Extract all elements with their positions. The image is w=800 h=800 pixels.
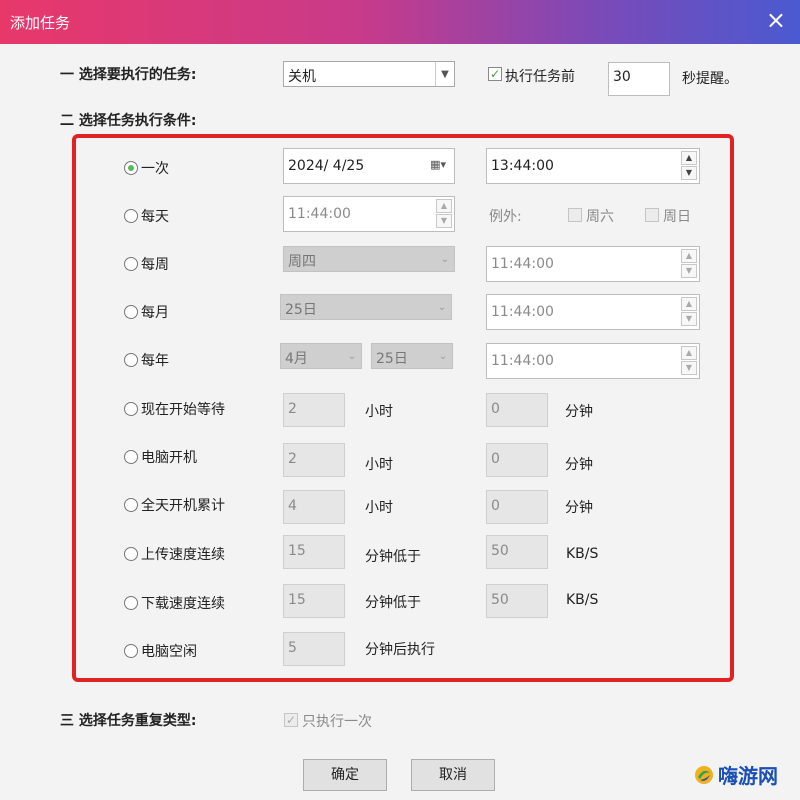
daily-time-input[interactable]: 11:44:00 ▲ ▼ bbox=[283, 196, 455, 232]
label-download: 下载速度连续 bbox=[141, 596, 225, 612]
time-spinner[interactable]: ▲ ▼ bbox=[681, 346, 697, 376]
upload-unit: KB/S bbox=[566, 546, 599, 562]
remind-check-label: 执行任务前 bbox=[505, 69, 575, 85]
radio-monthly[interactable] bbox=[124, 305, 138, 319]
yearly-month-select[interactable]: 4月 ⌄ bbox=[280, 343, 362, 369]
wait-minutes-unit: 分钟 bbox=[565, 404, 593, 420]
time-spinner[interactable]: ▲ ▼ bbox=[681, 151, 697, 181]
once-time-input[interactable]: 13:44:00 ▲ ▼ bbox=[486, 148, 700, 184]
radio-upload[interactable] bbox=[124, 547, 138, 561]
idle-minutes-input[interactable]: 5 bbox=[283, 632, 345, 666]
label-weekly: 每周 bbox=[141, 257, 169, 273]
spin-up-icon[interactable]: ▲ bbox=[681, 249, 697, 263]
remind-checkbox[interactable]: ✓ bbox=[488, 67, 502, 81]
download-minutes-input[interactable]: 15 bbox=[283, 584, 345, 618]
spin-down-icon[interactable]: ▼ bbox=[681, 166, 697, 180]
sun-label: 周日 bbox=[663, 209, 691, 225]
poweron-hours-unit: 小时 bbox=[365, 457, 393, 473]
remind-suffix: 秒提醒。 bbox=[682, 71, 738, 87]
download-below-label: 分钟低于 bbox=[365, 595, 421, 611]
watermark: 嗨游网 bbox=[694, 760, 778, 789]
uptime-minutes-unit: 分钟 bbox=[565, 500, 593, 516]
chevron-down-icon: ⌄ bbox=[440, 253, 450, 265]
label-wait: 现在开始等待 bbox=[141, 402, 225, 418]
time-spinner[interactable]: ▲ ▼ bbox=[681, 249, 697, 279]
label-uptime: 全天开机累计 bbox=[141, 498, 225, 514]
poweron-minutes-unit: 分钟 bbox=[565, 457, 593, 473]
watermark-logo-icon bbox=[695, 765, 713, 784]
watermark-text: 嗨游网 bbox=[718, 764, 778, 788]
chevron-down-icon: ▼ bbox=[435, 62, 454, 86]
chevron-down-icon: ⌄ bbox=[347, 350, 357, 362]
calendar-icon[interactable]: ▦▾ bbox=[430, 158, 446, 171]
radio-idle[interactable] bbox=[124, 644, 138, 658]
monthly-day-select[interactable]: 25日 ⌄ bbox=[280, 294, 452, 320]
spin-down-icon[interactable]: ▼ bbox=[681, 264, 697, 278]
remind-seconds-input[interactable]: 30 bbox=[608, 62, 670, 96]
label-poweron: 电脑开机 bbox=[141, 450, 197, 466]
time-spinner[interactable]: ▲ ▼ bbox=[436, 199, 452, 229]
idle-after-label: 分钟后执行 bbox=[365, 642, 435, 658]
spin-up-icon[interactable]: ▲ bbox=[681, 346, 697, 360]
weekly-day-select[interactable]: 周四 ⌄ bbox=[283, 246, 455, 272]
radio-weekly[interactable] bbox=[124, 257, 138, 271]
label-yearly: 每年 bbox=[141, 353, 169, 369]
spin-up-icon[interactable]: ▲ bbox=[436, 199, 452, 213]
radio-poweron[interactable] bbox=[124, 450, 138, 464]
uptime-hours-input[interactable]: 4 bbox=[283, 490, 345, 524]
monthly-time-input[interactable]: 11:44:00 ▲ ▼ bbox=[486, 294, 700, 330]
once-date-picker[interactable]: 2024/ 4/25 ▦▾ bbox=[283, 148, 455, 184]
label-monthly: 每月 bbox=[141, 305, 169, 321]
spin-up-icon[interactable]: ▲ bbox=[681, 151, 697, 165]
except-label: 例外: bbox=[489, 209, 522, 225]
sat-checkbox[interactable] bbox=[568, 208, 582, 222]
wait-minutes-input[interactable]: 0 bbox=[486, 393, 548, 427]
upload-speed-input[interactable]: 50 bbox=[486, 535, 548, 569]
radio-uptime[interactable] bbox=[124, 498, 138, 512]
close-icon[interactable]: × bbox=[766, 8, 786, 32]
weekly-time-input[interactable]: 11:44:00 ▲ ▼ bbox=[486, 246, 700, 282]
uptime-hours-unit: 小时 bbox=[365, 500, 393, 516]
radio-download[interactable] bbox=[124, 596, 138, 610]
chevron-down-icon: ⌄ bbox=[438, 350, 448, 362]
upload-minutes-input[interactable]: 15 bbox=[283, 535, 345, 569]
sun-checkbox[interactable] bbox=[645, 208, 659, 222]
radio-yearly[interactable] bbox=[124, 353, 138, 367]
task-select-value: 关机 bbox=[288, 69, 316, 85]
section3-label: 三 选择任务重复类型: bbox=[60, 713, 197, 729]
poweron-hours-input[interactable]: 2 bbox=[283, 443, 345, 477]
spin-down-icon[interactable]: ▼ bbox=[681, 312, 697, 326]
yearly-day-select[interactable]: 25日 ⌄ bbox=[371, 343, 453, 369]
once-only-label: 只执行一次 bbox=[302, 714, 372, 730]
cancel-button[interactable]: 取消 bbox=[411, 759, 495, 791]
task-select[interactable]: 关机 ▼ bbox=[283, 61, 455, 87]
window-title: 添加任务 bbox=[10, 14, 71, 32]
once-only-checkbox[interactable]: ✓ bbox=[284, 713, 298, 727]
spin-down-icon[interactable]: ▼ bbox=[436, 214, 452, 228]
poweron-minutes-input[interactable]: 0 bbox=[486, 443, 548, 477]
sat-label: 周六 bbox=[586, 209, 614, 225]
wait-hours-input[interactable]: 2 bbox=[283, 393, 345, 427]
upload-below-label: 分钟低于 bbox=[365, 549, 421, 565]
time-spinner[interactable]: ▲ ▼ bbox=[681, 297, 697, 327]
title-bar: 添加任务 × bbox=[0, 0, 800, 44]
ok-button[interactable]: 确定 bbox=[303, 759, 387, 791]
section2-label: 二 选择任务执行条件: bbox=[60, 113, 197, 129]
radio-wait[interactable] bbox=[124, 402, 138, 416]
radio-once[interactable] bbox=[124, 161, 138, 175]
yearly-time-input[interactable]: 11:44:00 ▲ ▼ bbox=[486, 343, 700, 379]
label-idle: 电脑空闲 bbox=[141, 644, 197, 660]
section1-label: 一 选择要执行的任务: bbox=[60, 67, 197, 83]
spin-up-icon[interactable]: ▲ bbox=[681, 297, 697, 311]
radio-daily[interactable] bbox=[124, 209, 138, 223]
label-once: 一次 bbox=[141, 161, 169, 177]
download-speed-input[interactable]: 50 bbox=[486, 584, 548, 618]
spin-down-icon[interactable]: ▼ bbox=[681, 361, 697, 375]
chevron-down-icon: ⌄ bbox=[437, 301, 447, 313]
uptime-minutes-input[interactable]: 0 bbox=[486, 490, 548, 524]
wait-hours-unit: 小时 bbox=[365, 404, 393, 420]
label-upload: 上传速度连续 bbox=[141, 547, 225, 563]
download-unit: KB/S bbox=[566, 592, 599, 608]
label-daily: 每天 bbox=[141, 209, 169, 225]
